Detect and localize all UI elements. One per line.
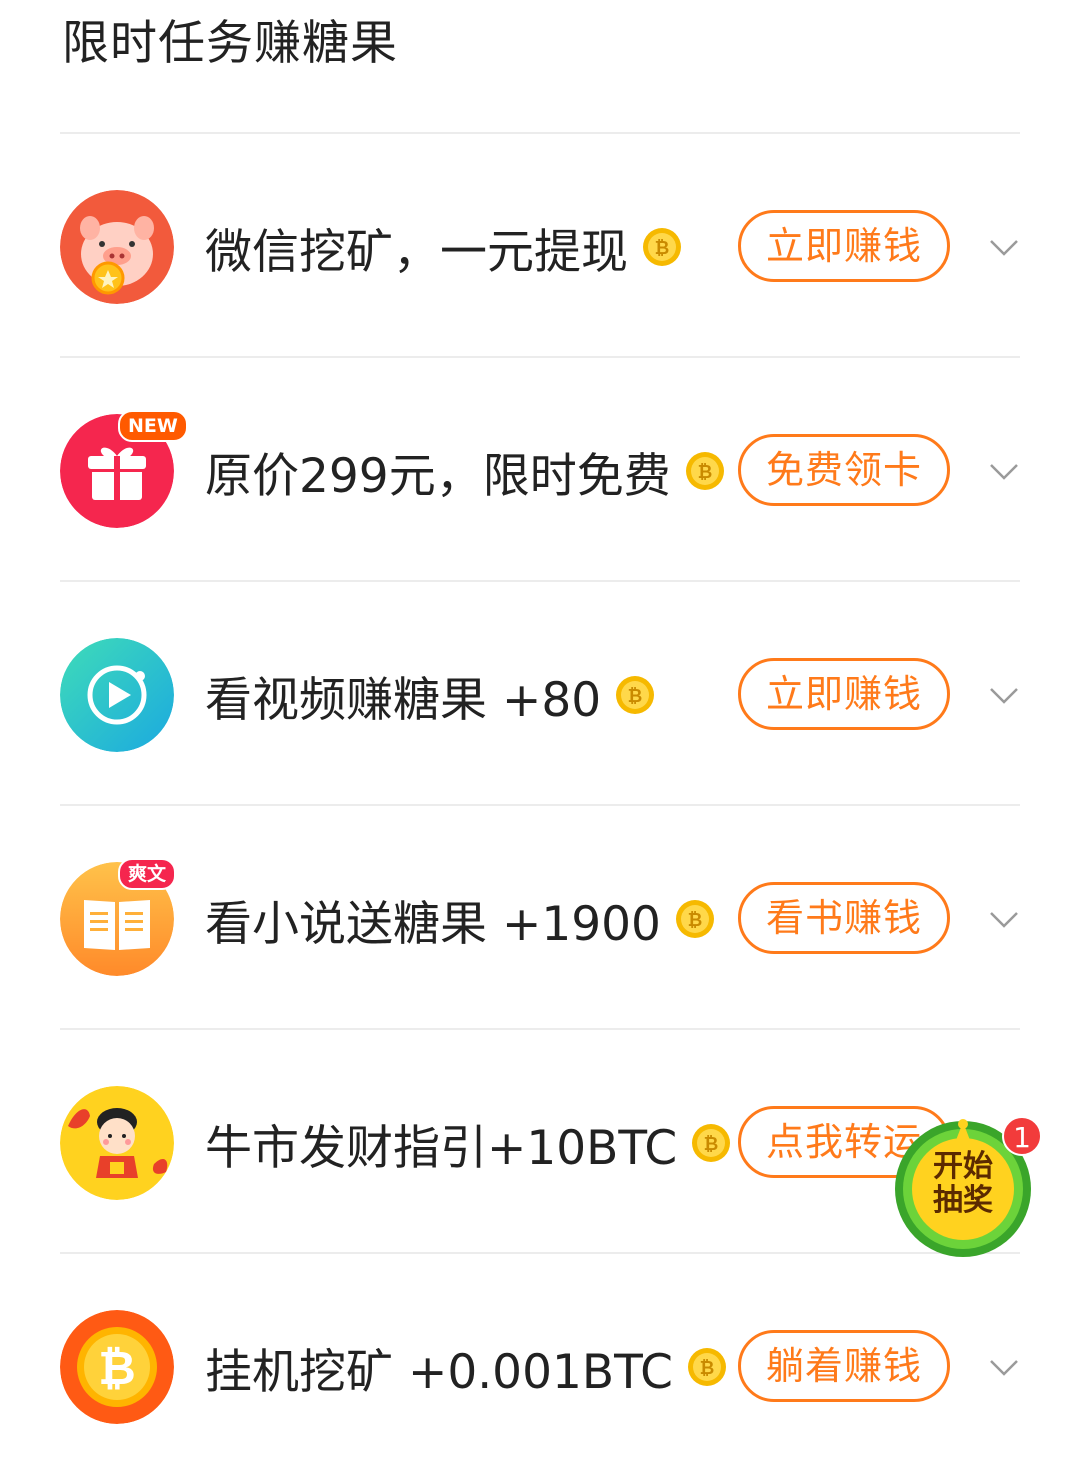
coin-icon: ₿ xyxy=(675,899,715,939)
svg-text:₿: ₿ xyxy=(700,1358,715,1379)
lottery-label-line1: 开始 xyxy=(933,1149,993,1184)
task-row[interactable]: 微信挖矿，一元提现 ₿ 立即赚钱 xyxy=(0,134,1080,358)
pig-icon xyxy=(60,190,174,304)
new-badge: NEW xyxy=(118,410,188,442)
bitcoin-icon: ₿ xyxy=(60,1310,174,1424)
lying-earn-button[interactable]: 躺着赚钱 xyxy=(738,1330,950,1402)
task-title: 看小说送糖果 +1900 xyxy=(205,896,661,952)
chevron-down-icon[interactable] xyxy=(987,902,1021,936)
chevron-down-icon[interactable] xyxy=(987,1350,1021,1384)
task-title: 看视频赚糖果 +80 xyxy=(205,672,602,728)
coin-icon: ₿ xyxy=(642,227,682,267)
fortune-boy-icon xyxy=(60,1086,174,1200)
hot-novel-badge: 爽文 xyxy=(118,858,177,890)
task-row[interactable]: 爽文 看小说送糖果 +1900 ₿ 看书赚钱 xyxy=(0,806,1080,1030)
section-title: 限时任务赚糖果 xyxy=(62,16,398,71)
lottery-label-line2: 抽奖 xyxy=(933,1183,993,1218)
chevron-down-icon[interactable] xyxy=(987,230,1021,264)
coin-icon: ₿ xyxy=(615,675,655,715)
coin-icon: ₿ xyxy=(685,451,725,491)
task-row[interactable]: NEW 原价299元，限时免费 ₿ 免费领卡 xyxy=(0,358,1080,582)
svg-text:₿: ₿ xyxy=(628,686,643,707)
svg-text:₿: ₿ xyxy=(98,1341,136,1395)
task-title: 微信挖矿，一元提现 xyxy=(205,224,628,280)
read-earn-button[interactable]: 看书赚钱 xyxy=(738,882,950,954)
svg-text:₿: ₿ xyxy=(697,462,712,483)
task-title: 挂机挖矿 +0.001BTC xyxy=(205,1344,673,1400)
free-card-button[interactable]: 免费领卡 xyxy=(738,434,950,506)
svg-text:₿: ₿ xyxy=(704,1134,719,1155)
svg-text:₿: ₿ xyxy=(688,910,703,931)
earn-now-button[interactable]: 立即赚钱 xyxy=(738,658,950,730)
notification-count-badge: 1 xyxy=(1002,1116,1042,1156)
chevron-down-icon[interactable] xyxy=(987,454,1021,488)
task-title: 原价299元，限时免费 xyxy=(205,448,671,504)
task-row[interactable]: 看视频赚糖果 +80 ₿ 立即赚钱 xyxy=(0,582,1080,806)
coin-icon: ₿ xyxy=(691,1123,731,1163)
task-title: 牛市发财指引+10BTC xyxy=(205,1120,678,1176)
chevron-down-icon[interactable] xyxy=(987,678,1021,712)
coin-icon: ₿ xyxy=(687,1347,727,1387)
task-row[interactable]: ₿ 挂机挖矿 +0.001BTC ₿ 躺着赚钱 xyxy=(0,1254,1080,1478)
video-icon xyxy=(60,638,174,752)
svg-text:₿: ₿ xyxy=(655,238,670,259)
lottery-floating-button[interactable]: 开始 抽奖 1 xyxy=(890,1112,1042,1258)
earn-now-button[interactable]: 立即赚钱 xyxy=(738,210,950,282)
